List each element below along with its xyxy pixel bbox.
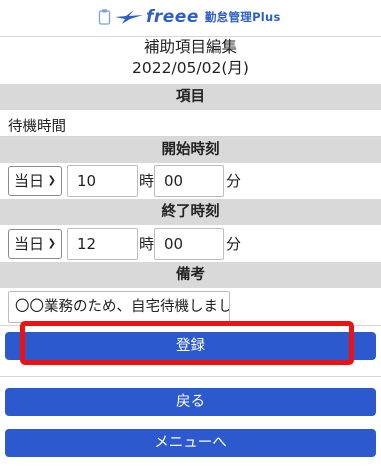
end-minute-input[interactable]: 00 — [154, 228, 224, 260]
end-minute-unit: 分 — [226, 235, 242, 253]
app-logo[interactable]: freee 勤怠管理Plus — [98, 6, 281, 28]
end-time-section-header: 終了時刻 — [0, 199, 381, 225]
remarks-section-header: 備考 — [0, 262, 381, 288]
brand-name: freee — [146, 7, 199, 27]
start-minute-input[interactable]: 00 — [154, 165, 224, 197]
page-date: 2022/05/02(月) — [132, 59, 249, 77]
start-minute-unit: 分 — [226, 172, 242, 190]
end-hour-unit: 時 — [139, 235, 155, 253]
start-hour-input[interactable]: 10 — [67, 165, 138, 197]
start-hour-unit: 時 — [139, 172, 155, 190]
bird-icon — [115, 10, 143, 24]
end-hour-input[interactable]: 12 — [67, 228, 138, 260]
start-time-section-header: 開始時刻 — [0, 137, 381, 163]
start-day-value: 当日 — [14, 172, 45, 190]
chevron-down-icon: ❯ — [47, 175, 56, 186]
page-title-block: 補助項目編集 2022/05/02(月) — [0, 37, 381, 81]
back-button[interactable]: 戻る — [5, 388, 376, 416]
app-header: freee 勤怠管理Plus — [0, 0, 381, 36]
item-section-header: 項目 — [0, 84, 381, 110]
clipboard-icon — [98, 9, 111, 25]
start-day-select[interactable]: 当日 ❯ — [8, 166, 62, 196]
end-day-value: 当日 — [14, 235, 45, 253]
page-title: 補助項目編集 — [143, 38, 237, 56]
chevron-down-icon: ❯ — [47, 238, 56, 249]
product-name: 勤怠管理Plus — [204, 10, 281, 24]
remarks-input[interactable]: 〇〇業務のため、自宅待機しまし — [8, 291, 230, 323]
end-day-select[interactable]: 当日 ❯ — [8, 229, 62, 259]
divider — [0, 376, 381, 377]
item-value: 待機時間 — [8, 119, 66, 135]
menu-button[interactable]: メニューへ — [5, 429, 376, 457]
highlight-box — [20, 321, 354, 365]
